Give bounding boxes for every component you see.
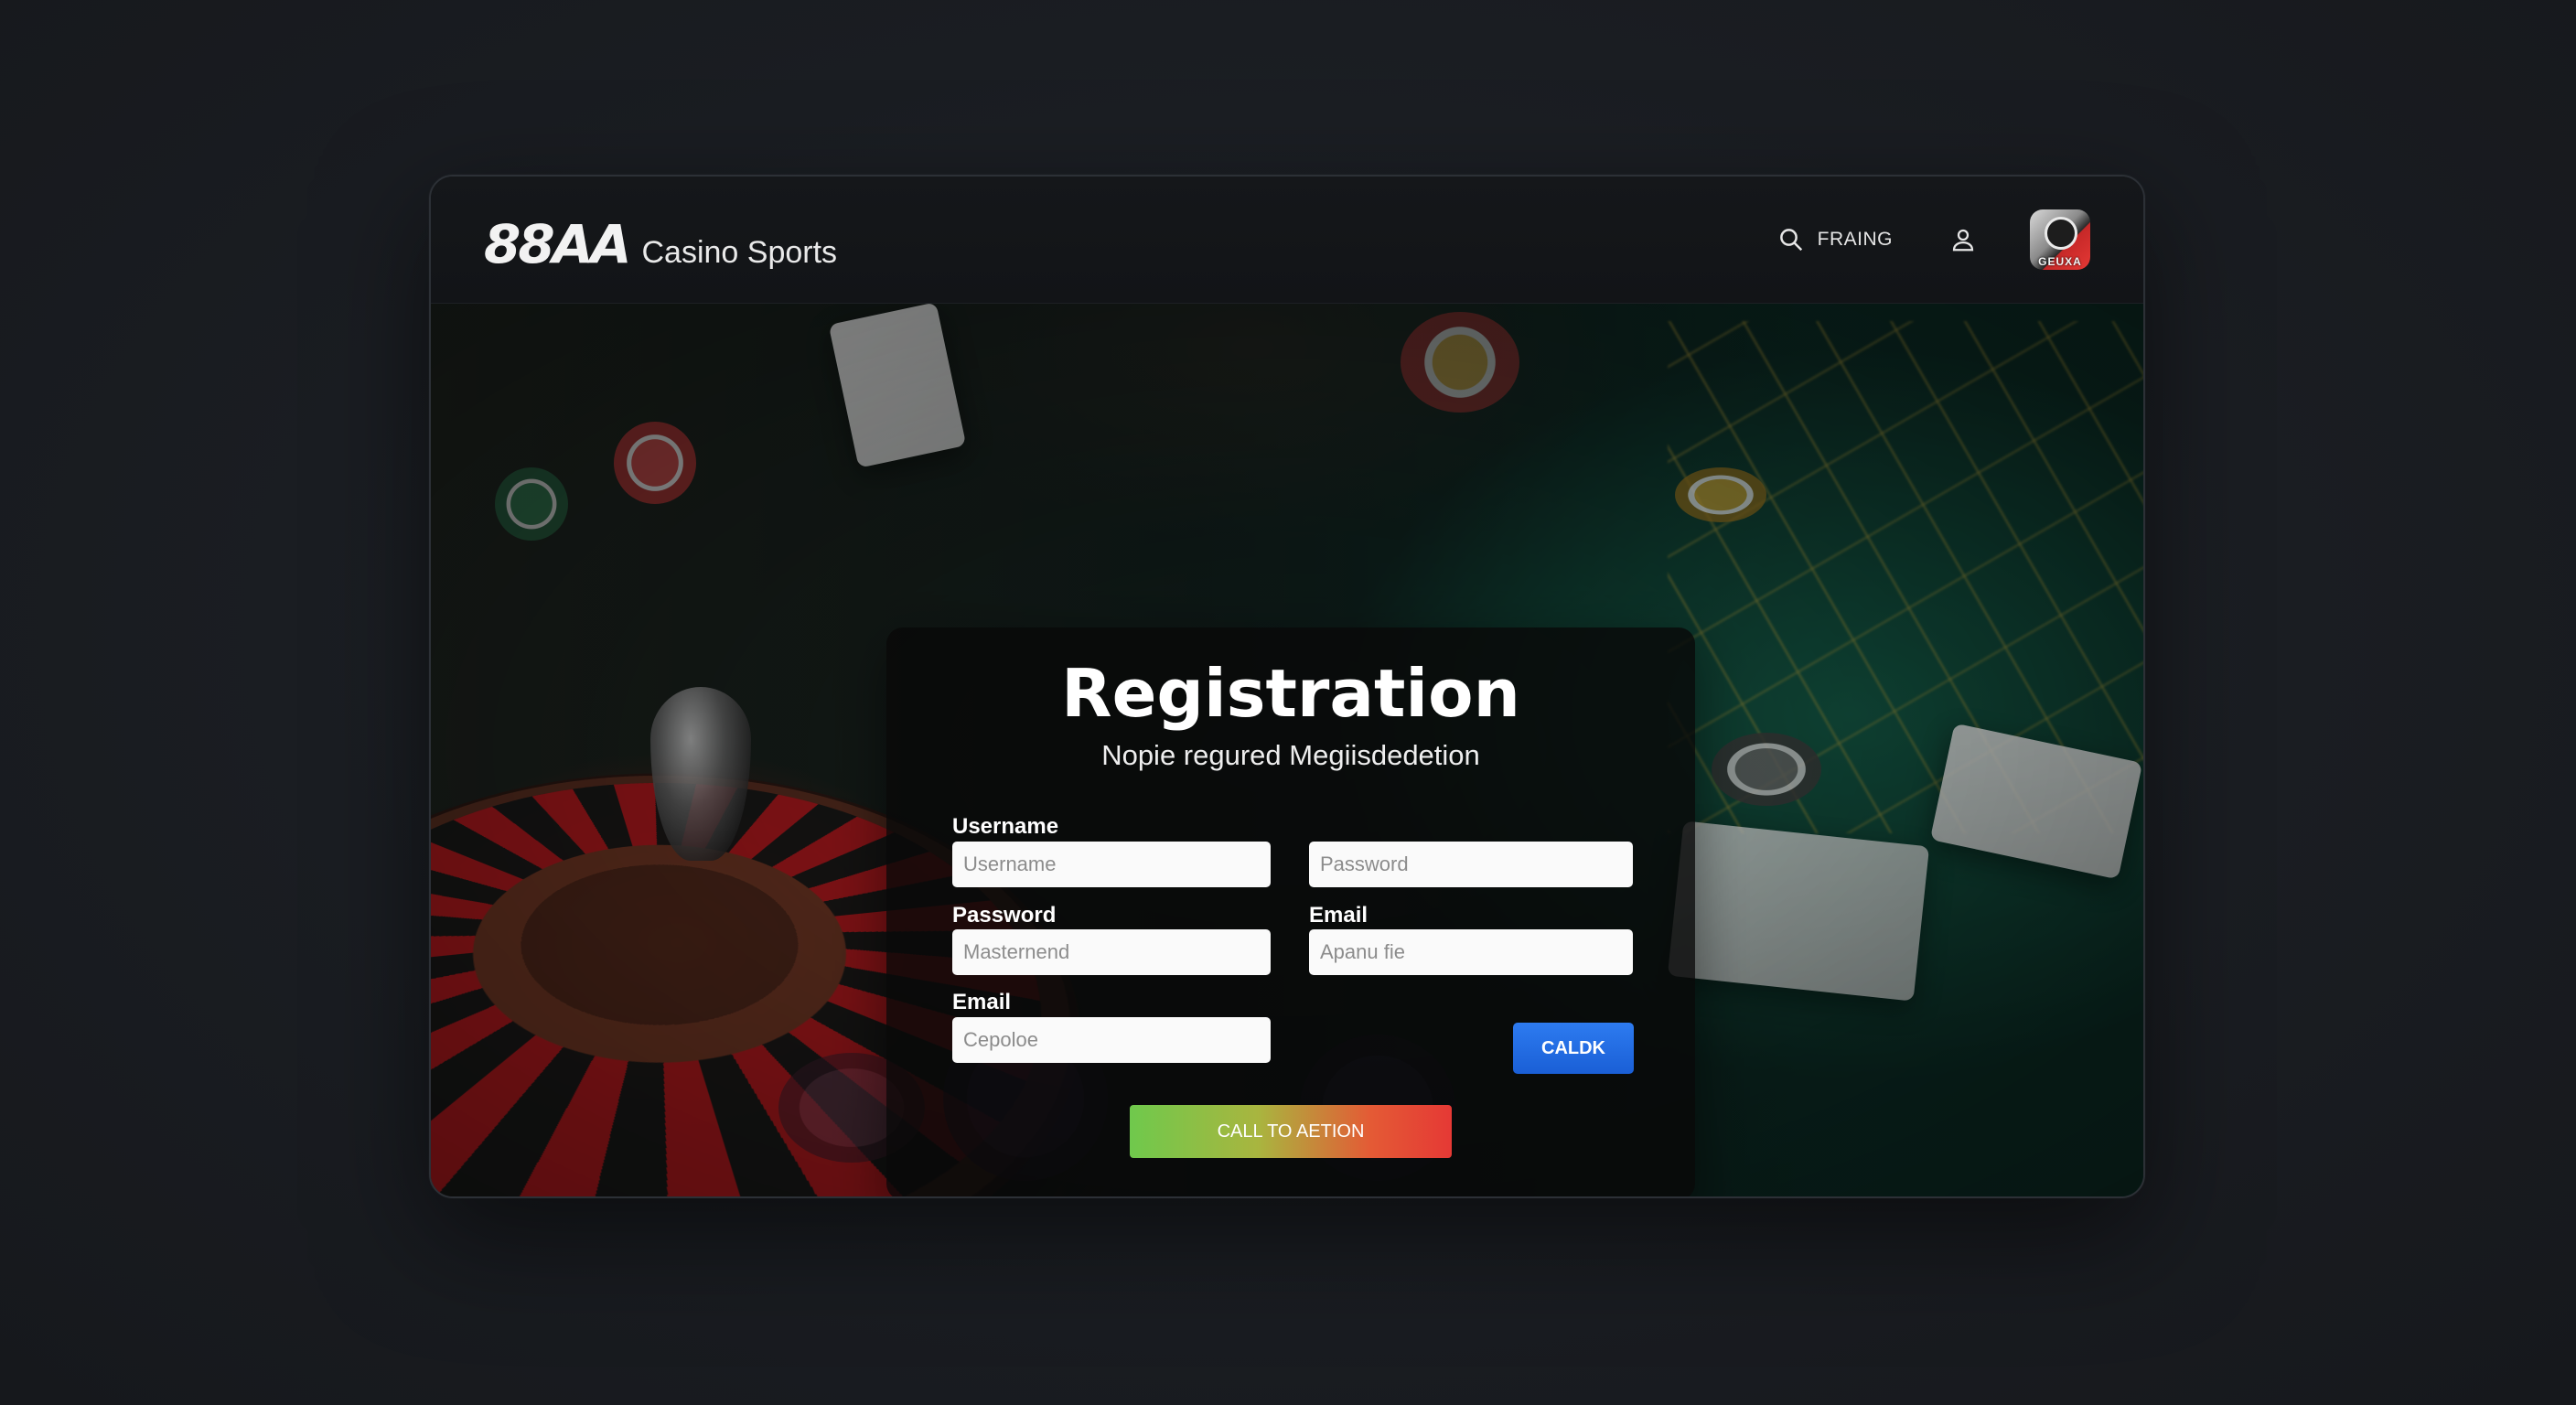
avatar-label: GEUXA [2038, 255, 2082, 268]
right-email-field[interactable] [1309, 929, 1633, 975]
search-label: FRAING [1817, 229, 1893, 250]
top-navigation-bar: 88AA Casino Sports FRAING GEUXA [431, 177, 2143, 304]
logo-mark: 88AA [484, 213, 631, 275]
email-field[interactable] [952, 1017, 1271, 1063]
page-title: Registration [1061, 655, 1520, 732]
username-label: Username [952, 814, 1059, 839]
search-button[interactable]: FRAING [1777, 226, 1893, 253]
password-field[interactable] [952, 929, 1271, 975]
username-field[interactable] [952, 842, 1271, 887]
avatar-image [2045, 217, 2077, 250]
registration-panel: Registration Nopie regured Megiisdedetio… [886, 627, 1695, 1196]
page-subtitle: Nopie regured Megiisdedetion [1101, 739, 1480, 771]
nav-actions: FRAING GEUXA [1777, 209, 2090, 270]
logo-text: Casino Sports [641, 235, 838, 270]
email-label: Email [952, 990, 1012, 1014]
user-icon[interactable] [1949, 226, 1977, 253]
password-label: Password [952, 903, 1057, 928]
avatar[interactable]: GEUXA [2030, 209, 2090, 270]
call-to-action-button[interactable]: CALL TO AETION [1130, 1105, 1452, 1158]
search-icon [1779, 229, 1802, 252]
right-password-field[interactable] [1309, 842, 1633, 887]
right-email-label: Email [1309, 903, 1368, 928]
browser-window: 88AA Casino Sports FRAING GEUXA Registra… [429, 175, 2145, 1198]
blue-action-button[interactable]: CALDK [1513, 1023, 1634, 1074]
hero-section: Registration Nopie regured Megiisdedetio… [431, 303, 2143, 1196]
site-logo[interactable]: 88AA Casino Sports [484, 213, 837, 275]
